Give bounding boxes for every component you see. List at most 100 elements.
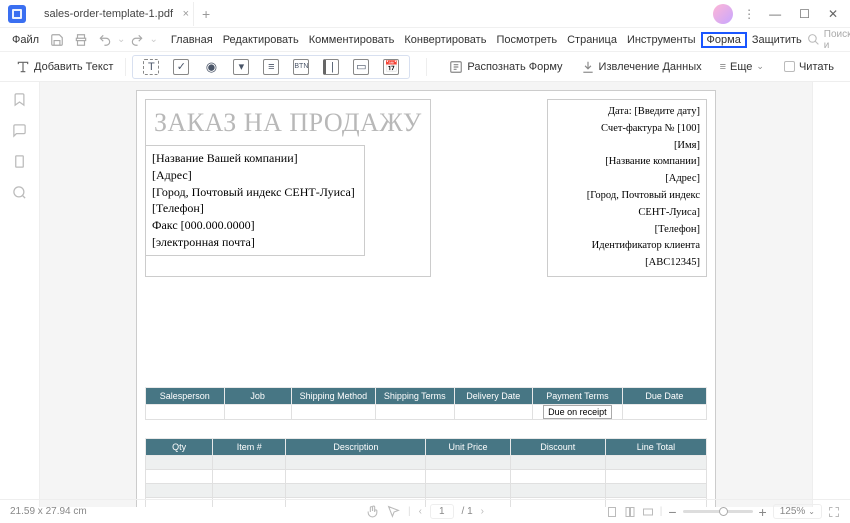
field-address: [Адрес]: [554, 171, 700, 188]
maximize-button[interactable]: ☐: [795, 7, 814, 21]
close-tab-icon[interactable]: ×: [183, 8, 189, 20]
extract-data-button[interactable]: Извлечение Данных: [575, 60, 708, 74]
app-icon[interactable]: [8, 5, 26, 23]
radio-field-icon[interactable]: ◉: [203, 59, 219, 75]
statusbar: 21.59 x 27.94 cm | ‹ 1 / 1 › | − + 125%⌄: [0, 499, 850, 523]
menu-protect[interactable]: Защитить: [747, 34, 807, 46]
zoom-level[interactable]: 125%⌄: [773, 504, 822, 519]
company-address: [Адрес]: [152, 167, 358, 184]
view-continuous-icon[interactable]: [624, 506, 636, 518]
zoom-slider[interactable]: [683, 510, 753, 513]
titlebar: sales-order-template-1.pdf × + ⋮ — ☐ ✕: [0, 0, 850, 28]
prev-page-icon[interactable]: ‹: [419, 506, 422, 517]
page: ЗАКАЗ НА ПРОДАЖУ Дата: [Введите дату] Сч…: [136, 90, 716, 507]
document-canvas[interactable]: ЗАКАЗ НА ПРОДАЖУ Дата: [Введите дату] Сч…: [40, 82, 812, 507]
zoom-out-icon[interactable]: −: [668, 504, 676, 520]
th-job: Job: [224, 387, 291, 404]
read-button[interactable]: Читать: [778, 61, 840, 73]
company-name: [Название Вашей компании]: [152, 150, 358, 167]
page-total: / 1: [462, 506, 473, 517]
search-label[interactable]: Поиск и: [824, 29, 850, 51]
undo-icon[interactable]: [93, 33, 117, 47]
menu-edit[interactable]: Редактировать: [218, 34, 304, 46]
company-info-box[interactable]: [Название Вашей компании] [Адрес] [Город…: [145, 145, 365, 256]
menu-convert[interactable]: Конвертировать: [399, 34, 491, 46]
list-field-icon[interactable]: ≡: [263, 59, 279, 75]
form-fields-group: T ✓ ◉ ▾ ≡ BTN | ▭ 📅: [132, 55, 410, 79]
table-row[interactable]: [146, 483, 707, 497]
text-field-icon[interactable]: T: [143, 59, 159, 75]
menu-page[interactable]: Страница: [562, 34, 622, 46]
th-discount: Discount: [510, 438, 605, 455]
table-row[interactable]: [146, 455, 707, 469]
image-field-icon[interactable]: ▭: [353, 59, 369, 75]
menu-view[interactable]: Посмотреть: [491, 34, 562, 46]
redo-chevron-icon[interactable]: ⌄: [149, 34, 157, 45]
next-page-icon[interactable]: ›: [481, 506, 484, 517]
fullscreen-icon[interactable]: [828, 506, 840, 518]
recognize-label: Распознать Форму: [467, 61, 562, 73]
field-customer-id: Идентификатор клиента [ABC12345]: [554, 238, 700, 272]
due-on-receipt[interactable]: Due on receipt: [543, 405, 612, 419]
th-total: Line Total: [605, 438, 706, 455]
read-label: Читать: [799, 61, 834, 73]
extract-icon: [581, 60, 595, 74]
more-button[interactable]: ≡ Еще ⌄: [714, 61, 770, 73]
page-number-input[interactable]: 1: [430, 504, 454, 519]
attachment-icon[interactable]: [12, 154, 27, 169]
table-row[interactable]: Due on receipt: [146, 404, 707, 419]
signature-field-icon[interactable]: |: [323, 59, 339, 75]
menu-file[interactable]: Файл: [6, 34, 45, 46]
menu-comment[interactable]: Комментировать: [304, 34, 400, 46]
view-fit-icon[interactable]: [642, 506, 654, 518]
date-field-icon[interactable]: 📅: [383, 59, 399, 75]
add-text-button[interactable]: Добавить Текст: [10, 60, 119, 74]
undo-chevron-icon[interactable]: ⌄: [117, 34, 125, 45]
th-delivery: Delivery Date: [454, 387, 533, 404]
recognize-form-button[interactable]: Распознать Форму: [443, 60, 568, 74]
page-dimensions: 21.59 x 27.94 cm: [10, 506, 87, 517]
checkbox-field-icon[interactable]: ✓: [173, 59, 189, 75]
bookmark-icon[interactable]: [12, 92, 27, 107]
add-tab-button[interactable]: +: [202, 6, 210, 22]
dropdown-field-icon[interactable]: ▾: [233, 59, 249, 75]
document-tab[interactable]: sales-order-template-1.pdf ×: [34, 2, 194, 26]
add-text-label: Добавить Текст: [34, 61, 113, 73]
tab-title: sales-order-template-1.pdf: [44, 8, 173, 20]
comment-icon[interactable]: [12, 123, 27, 138]
menu-form[interactable]: Форма: [701, 32, 747, 48]
company-fax: Факс [000.000.0000]: [152, 217, 358, 234]
user-avatar[interactable]: [713, 4, 733, 24]
minimize-button[interactable]: —: [765, 7, 785, 21]
field-name: [Имя]: [554, 138, 700, 155]
items-table[interactable]: Qty Item # Description Unit Price Discou…: [145, 438, 707, 507]
print-icon[interactable]: [69, 33, 93, 47]
redo-icon[interactable]: [125, 33, 149, 47]
chevron-down-icon: ⌄: [756, 61, 764, 72]
search-panel-icon[interactable]: [12, 185, 27, 200]
button-field-icon[interactable]: BTN: [293, 59, 309, 75]
shipping-table[interactable]: Salesperson Job Shipping Method Shipping…: [145, 387, 707, 420]
th-due: Due Date: [622, 387, 706, 404]
table-row[interactable]: [146, 469, 707, 483]
th-price: Unit Price: [426, 438, 510, 455]
search-icon[interactable]: [807, 33, 820, 46]
field-phone: [Телефон]: [554, 222, 700, 239]
th-salesperson: Salesperson: [146, 387, 225, 404]
select-tool-icon[interactable]: [387, 505, 400, 518]
field-invoice: Счет-фактура № [100]: [554, 121, 700, 138]
menu-tools[interactable]: Инструменты: [622, 34, 701, 46]
extract-label: Извлечение Данных: [599, 61, 702, 73]
hand-tool-icon[interactable]: [366, 505, 379, 518]
view-single-icon[interactable]: [606, 506, 618, 518]
more-label: Еще: [730, 61, 752, 73]
zoom-in-icon[interactable]: +: [759, 504, 767, 520]
more-icon[interactable]: ⋮: [743, 7, 755, 21]
buyer-info-box[interactable]: Дата: [Введите дату] Счет-фактура № [100…: [547, 99, 707, 277]
th-desc: Description: [286, 438, 426, 455]
field-company: [Название компании]: [554, 154, 700, 171]
menu-main[interactable]: Главная: [166, 34, 218, 46]
save-icon[interactable]: [45, 33, 69, 47]
close-window-button[interactable]: ✕: [824, 7, 842, 21]
read-checkbox[interactable]: [784, 61, 795, 72]
